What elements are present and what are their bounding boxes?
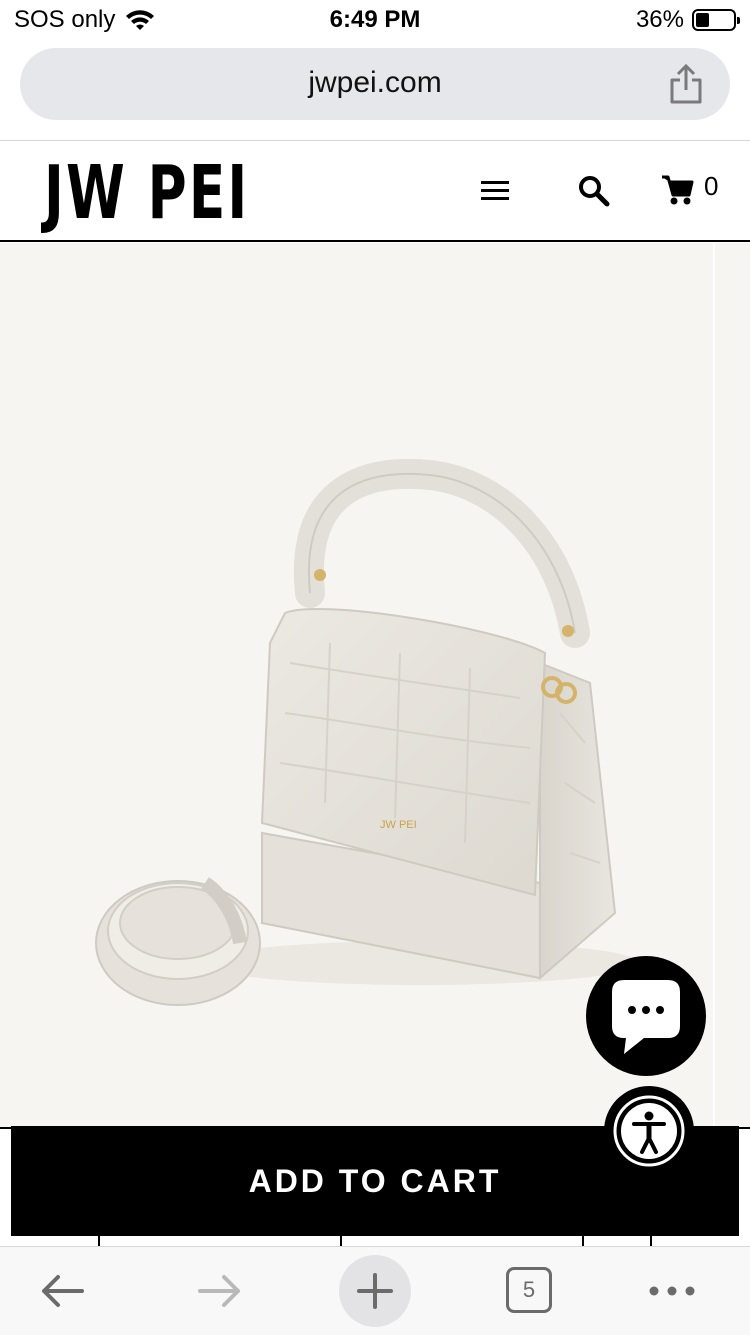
plus-icon <box>357 1273 393 1309</box>
carousel-edge <box>713 243 715 1128</box>
status-bar: SOS only 6:49 PM 36% <box>0 0 750 42</box>
hamburger-icon[interactable] <box>478 175 512 205</box>
new-tab-button[interactable] <box>339 1255 411 1327</box>
status-right: 36% <box>635 6 740 34</box>
url-text[interactable]: jwpei.com <box>20 66 730 100</box>
cart-count[interactable]: 0 <box>704 171 718 202</box>
chat-bubble-icon <box>612 980 680 1054</box>
arrow-right-icon[interactable] <box>194 1267 244 1315</box>
browser-toolbar: 5 <box>0 1246 750 1335</box>
thumbnail-strip[interactable] <box>0 1236 750 1246</box>
arrow-left-icon[interactable] <box>38 1267 88 1315</box>
address-bar[interactable]: jwpei.com <box>20 48 730 120</box>
ellipsis-icon[interactable] <box>646 1267 698 1315</box>
battery-icon <box>692 9 740 31</box>
battery-fill <box>696 13 709 27</box>
chat-button[interactable] <box>586 956 706 1076</box>
battery-percent: 36% <box>635 6 684 33</box>
logo[interactable]: JW PEI <box>44 149 249 237</box>
site-header: JW PEI 0 <box>0 141 750 242</box>
cart-icon[interactable] <box>660 171 694 207</box>
accessibility-icon <box>613 1095 685 1167</box>
bag-logo: JW PEI <box>380 819 417 831</box>
accessibility-button[interactable] <box>604 1086 694 1176</box>
tabs-button[interactable]: 5 <box>506 1267 552 1313</box>
search-icon[interactable] <box>576 173 612 209</box>
share-icon[interactable] <box>668 62 704 106</box>
